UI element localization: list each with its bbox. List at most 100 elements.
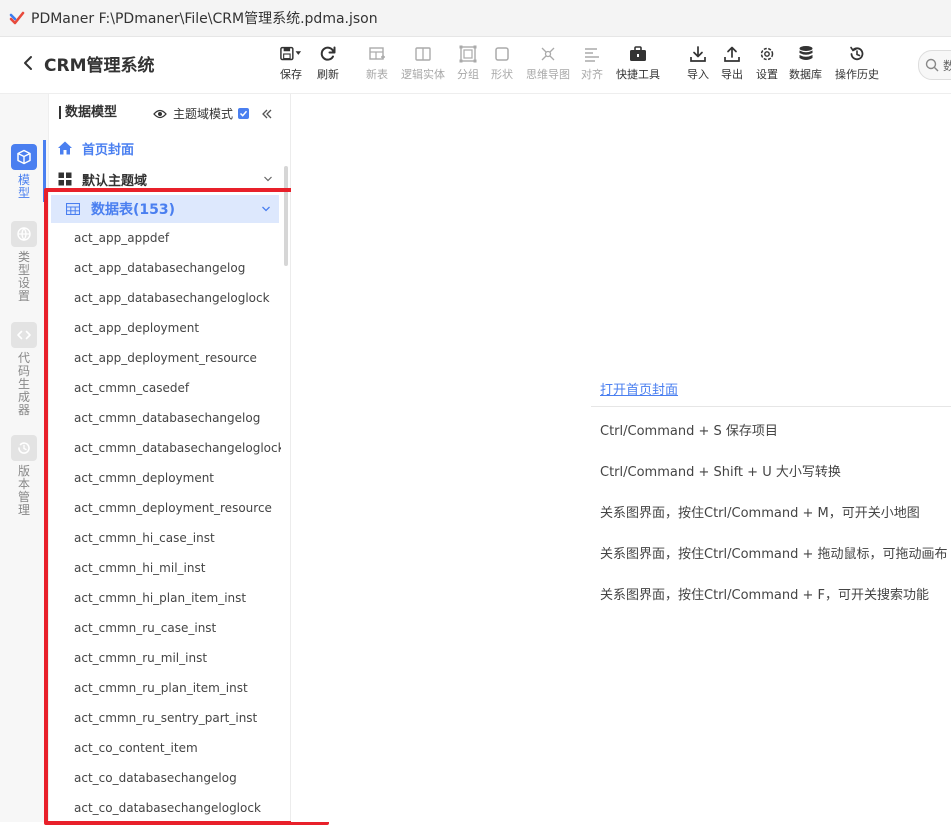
rail-item-model[interactable]: 模型	[0, 144, 48, 200]
grid-icon	[57, 171, 73, 187]
back-button[interactable]	[20, 53, 36, 73]
new-table-label: 新表	[366, 68, 388, 81]
settings-button[interactable]: 设置	[756, 43, 778, 87]
toolbox-icon	[627, 43, 649, 65]
database-icon	[795, 43, 817, 65]
rail-item-type-settings[interactable]: 类型设置	[0, 221, 48, 303]
refresh-icon	[317, 43, 339, 65]
table-list-item[interactable]: act_app_databasechangeloglock	[49, 283, 281, 313]
rail-label-model: 模型	[17, 173, 30, 200]
export-icon	[721, 43, 743, 65]
table-list-item[interactable]: act_cmmn_deployment	[49, 463, 281, 493]
globe-icon	[11, 221, 37, 247]
history-label: 操作历史	[835, 68, 879, 81]
quick-tools-button[interactable]: 快捷工具	[616, 43, 660, 87]
version-history-icon	[11, 435, 37, 461]
rail-item-version-management[interactable]: 版本管理	[0, 435, 48, 517]
table-list-item[interactable]: act_cmmn_ru_mil_inst	[49, 643, 281, 673]
table-list-item[interactable]: act_app_appdef	[49, 223, 281, 253]
search-input[interactable]	[939, 58, 951, 72]
home-cover-label: 首页封面	[82, 142, 135, 158]
export-button[interactable]: 导出	[721, 43, 743, 87]
refresh-button[interactable]: 刷新	[317, 43, 339, 87]
divider	[591, 406, 951, 407]
table-list-item[interactable]: act_app_deployment	[49, 313, 281, 343]
home-icon	[57, 140, 73, 156]
mind-map-icon	[537, 43, 559, 65]
project-title: CRM管理系统	[44, 56, 155, 76]
group-button[interactable]: 分组	[457, 43, 479, 87]
table-list-item[interactable]: act_cmmn_hi_plan_item_inst	[49, 583, 281, 613]
shortcut-tip: 关系图界面，按住Ctrl/Command + 拖动鼠标，可拖动画布	[600, 547, 948, 562]
table-list-item[interactable]: act_co_databasechangeloglock	[49, 793, 281, 822]
table-list-item[interactable]: act_co_databasechangelog	[49, 763, 281, 793]
tree-item-default-domain[interactable]: 默认主题域	[49, 165, 281, 193]
table-list-item[interactable]: act_cmmn_ru_sentry_part_inst	[49, 703, 281, 733]
header-toolbar: CRM管理系统 保存 刷新 新表 逻辑实体 分组 形状 思维导图 对齐 快捷工具…	[0, 37, 951, 94]
new-table-icon	[366, 43, 388, 65]
tree-item-home-cover[interactable]: 首页封面	[49, 134, 281, 162]
table-list-item[interactable]: act_cmmn_hi_case_inst	[49, 523, 281, 553]
group-label: 分组	[457, 68, 479, 81]
model-tree-panel: 数据模型 主题域模式 首页封面 默认主题域 数据表(153) act_app_a…	[49, 94, 291, 822]
table-list-item[interactable]: act_cmmn_ru_case_inst	[49, 613, 281, 643]
shape-icon	[491, 43, 513, 65]
double-chevron-left-icon	[262, 109, 272, 119]
default-domain-label: 默认主题域	[82, 173, 148, 189]
quick-tools-label: 快捷工具	[616, 68, 660, 81]
shortcut-tip: Ctrl/Command + S 保存项目	[600, 424, 778, 439]
cube-icon	[11, 144, 37, 170]
save-button[interactable]: 保存	[280, 43, 302, 87]
table-list-item[interactable]: act_cmmn_deployment_resource	[49, 493, 281, 523]
panel-header: 数据模型 主题域模式	[49, 94, 290, 132]
table-list-item[interactable]: act_cmmn_ru_plan_item_inst	[49, 673, 281, 703]
tree-scrollbar[interactable]	[284, 166, 288, 266]
history-icon	[846, 43, 868, 65]
chevron-down-icon	[262, 206, 270, 212]
rail-label-code-generator: 代码生成器	[17, 351, 30, 417]
mind-map-label: 思维导图	[526, 68, 570, 81]
table-list-item[interactable]: act_cmmn_databasechangelog	[49, 403, 281, 433]
pdmaner-logo-icon	[9, 10, 25, 26]
table-list-item[interactable]: act_cmmn_casedef	[49, 373, 281, 403]
mind-map-button[interactable]: 思维导图	[526, 43, 570, 87]
align-button[interactable]: 对齐	[581, 43, 603, 87]
rail-active-indicator	[43, 140, 46, 202]
domain-mode-toggle[interactable]: 主题域模式	[153, 105, 250, 122]
shortcut-tip: Ctrl/Command + Shift + U 大小写转换	[600, 465, 841, 480]
logic-entity-label: 逻辑实体	[401, 68, 445, 81]
data-tables-label: 数据表(153)	[91, 202, 176, 218]
rail-item-code-generator[interactable]: 代码生成器	[0, 322, 48, 417]
collapse-panel-button[interactable]	[260, 106, 274, 120]
code-icon	[11, 322, 37, 348]
tree-item-data-tables[interactable]: 数据表(153)	[51, 195, 279, 223]
export-label: 导出	[721, 68, 743, 81]
database-button[interactable]: 数据库	[789, 43, 822, 87]
logic-entity-icon	[412, 43, 434, 65]
rail-label-version-management: 版本管理	[17, 464, 30, 517]
new-table-button[interactable]: 新表	[366, 43, 388, 87]
table-list-item[interactable]: act_app_databasechangelog	[49, 253, 281, 283]
group-icon	[457, 43, 479, 65]
align-icon	[581, 43, 603, 65]
table-list-item[interactable]: act_app_deployment_resource	[49, 343, 281, 373]
open-home-cover-link[interactable]: 打开首页封面	[600, 379, 678, 398]
search-icon	[925, 58, 939, 72]
settings-label: 设置	[756, 68, 778, 81]
import-icon	[687, 43, 709, 65]
shape-button[interactable]: 形状	[491, 43, 513, 87]
search-box[interactable]	[918, 50, 951, 80]
domain-mode-checkbox[interactable]	[238, 108, 250, 119]
refresh-label: 刷新	[317, 68, 339, 81]
logic-entity-button[interactable]: 逻辑实体	[401, 43, 445, 87]
table-icon	[65, 201, 81, 217]
table-list-item[interactable]: act_cmmn_hi_mil_inst	[49, 553, 281, 583]
table-list-item[interactable]: act_co_content_item	[49, 733, 281, 763]
history-button[interactable]: 操作历史	[835, 43, 879, 87]
table-list-item[interactable]: act_cmmn_databasechangeloglock	[49, 433, 281, 463]
rail-label-type-settings: 类型设置	[17, 250, 30, 303]
shape-label: 形状	[491, 68, 513, 81]
table-list: act_app_appdef act_app_databasechangelog…	[49, 223, 281, 822]
window-title: PDManer F:\PDmaner\File\CRM管理系统.pdma.jso…	[31, 11, 378, 27]
import-button[interactable]: 导入	[687, 43, 709, 87]
